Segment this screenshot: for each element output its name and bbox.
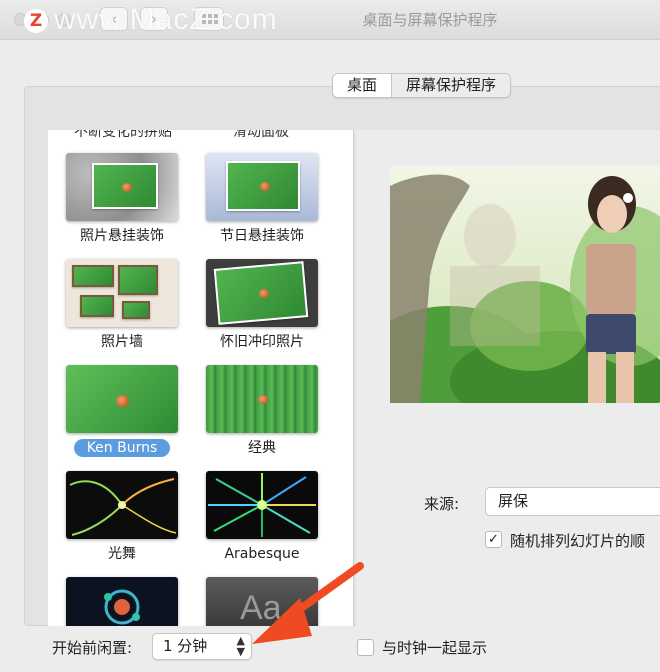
annotation-arrow-icon xyxy=(252,562,364,644)
